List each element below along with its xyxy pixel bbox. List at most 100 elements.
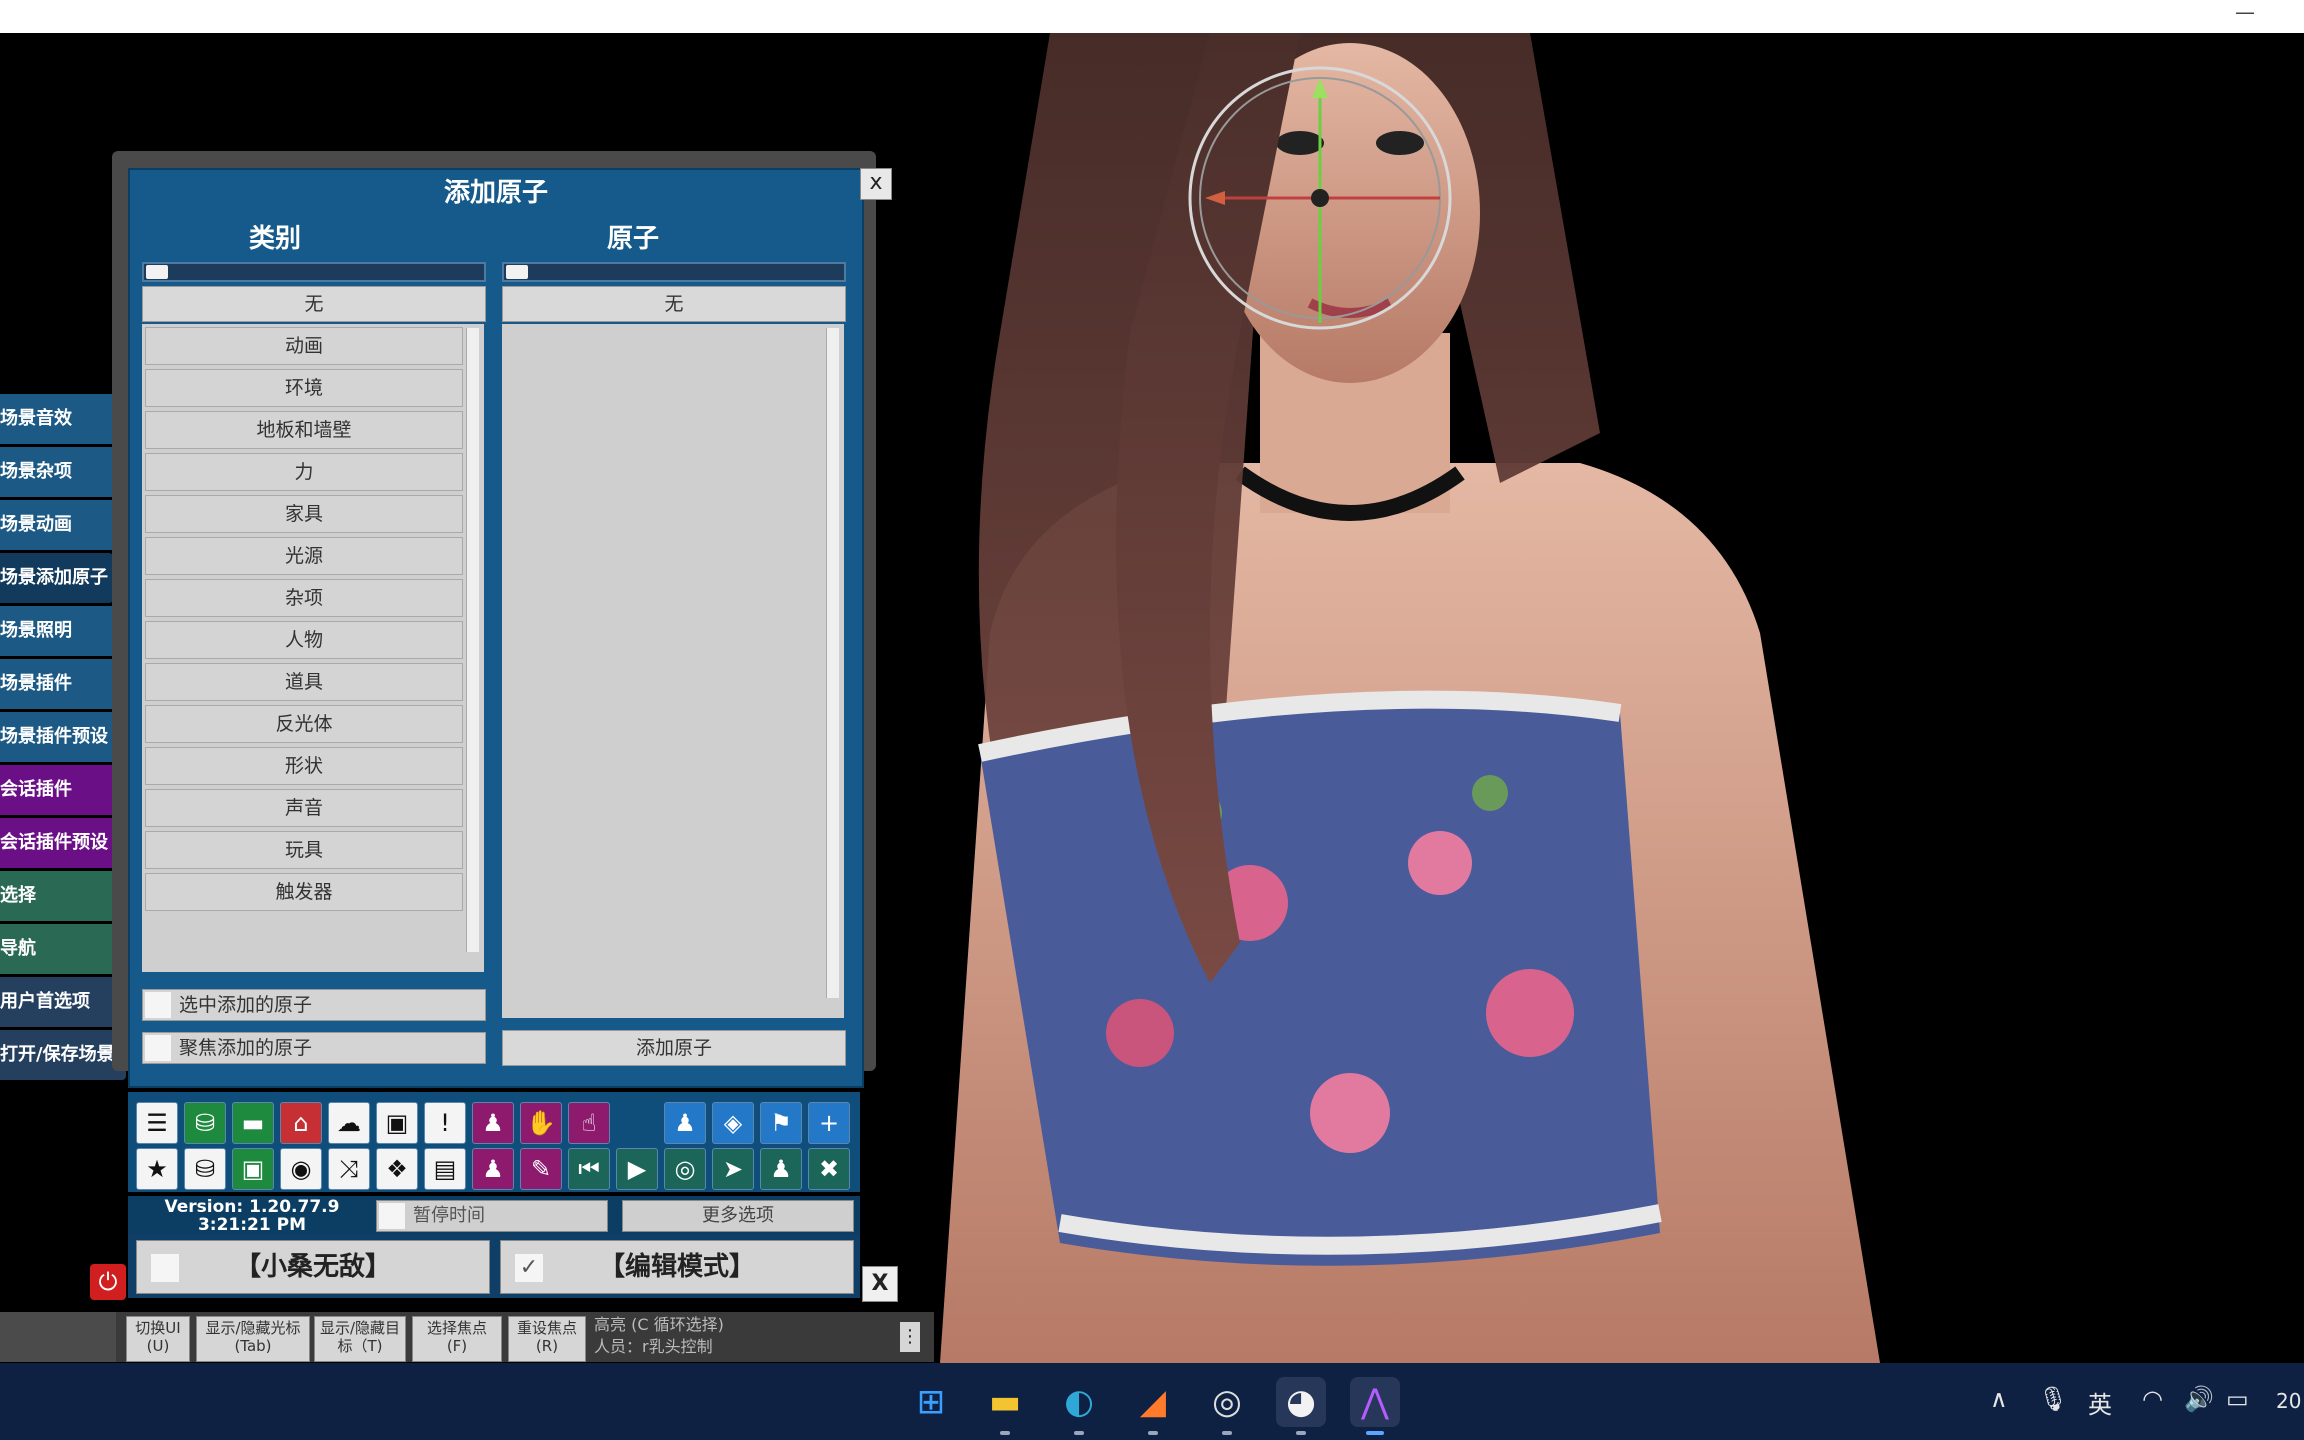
cursor-icon[interactable]: ➤: [712, 1148, 754, 1190]
add-atom-button[interactable]: 添加原子: [502, 1030, 846, 1066]
menu-icon[interactable]: ☰: [136, 1102, 178, 1144]
app-orange-icon[interactable]: ◢: [1128, 1377, 1178, 1427]
category-item-animation[interactable]: 动画: [145, 327, 463, 365]
category-item-environment[interactable]: 环境: [145, 369, 463, 407]
star-icon[interactable]: ★: [136, 1148, 178, 1190]
plus-icon[interactable]: +: [808, 1102, 850, 1144]
dropbox-icon[interactable]: ❖: [376, 1148, 418, 1190]
tray-overflow-icon[interactable]: ∧: [1990, 1385, 2008, 1413]
flag-icon[interactable]: ⚑: [760, 1102, 802, 1144]
pause-time-checkbox[interactable]: [379, 1203, 405, 1229]
category-item-toys[interactable]: 玩具: [145, 831, 463, 869]
open-folder-icon[interactable]: ⛁: [184, 1102, 226, 1144]
category-item-sound[interactable]: 声音: [145, 789, 463, 827]
category-item-misc[interactable]: 杂项: [145, 579, 463, 617]
vam-app-icon[interactable]: ⋀: [1350, 1377, 1400, 1427]
battery-icon[interactable]: ▭: [2226, 1385, 2249, 1413]
atom-scrollbar[interactable]: [826, 328, 839, 998]
group-icon[interactable]: ♟: [760, 1148, 802, 1190]
hint-toggle-cursor[interactable]: 显示/隐藏光标 (Tab): [196, 1316, 310, 1362]
hand-icon[interactable]: ✋: [520, 1102, 562, 1144]
category-scroll-knob[interactable]: [146, 265, 168, 279]
focus-added-checkbox[interactable]: [145, 1035, 171, 1061]
category-scrollbar[interactable]: [466, 328, 479, 952]
sidebar-item-navigate[interactable]: 导航: [0, 924, 126, 974]
hint-toggle-target[interactable]: 显示/隐藏目 标（T): [314, 1316, 406, 1362]
atom-none-button[interactable]: 无: [502, 286, 846, 322]
scene-red-icon[interactable]: ⌂: [280, 1102, 322, 1144]
unity-icon[interactable]: ◈: [712, 1102, 754, 1144]
cloud-download-icon[interactable]: ☁: [328, 1102, 370, 1144]
invincible-checkbox[interactable]: [151, 1254, 179, 1282]
sidebar-item-scene-plugin-presets[interactable]: 场景插件预设: [0, 712, 126, 762]
sidebar-item-session-plugins[interactable]: 会话插件: [0, 765, 126, 815]
sidebar-item-select[interactable]: 选择: [0, 871, 126, 921]
atom-scroll-knob[interactable]: [506, 265, 528, 279]
sidebar-item-scene-animation[interactable]: 场景动画: [0, 500, 126, 550]
category-item-light[interactable]: 光源: [145, 537, 463, 575]
sidebar-item-user-preferences[interactable]: 用户首选项: [0, 977, 126, 1027]
pause-time-toggle[interactable]: 暂停时间: [376, 1200, 608, 1232]
more-options-button[interactable]: 更多选项: [622, 1200, 854, 1232]
obs-studio-icon[interactable]: ◎: [1202, 1377, 1252, 1427]
power-icon[interactable]: ⏻: [90, 1264, 126, 1300]
person-remove-icon[interactable]: ♟: [472, 1148, 514, 1190]
focus-added-atom-toggle[interactable]: 聚焦添加的原子: [142, 1032, 486, 1064]
invincible-mode-toggle[interactable]: 【小桑无敌】: [136, 1240, 490, 1294]
sidebar-item-open-save-scene[interactable]: 打开/保存场景: [0, 1030, 126, 1080]
category-none-button[interactable]: 无: [142, 286, 486, 322]
volume-icon[interactable]: 🔊: [2184, 1385, 2214, 1413]
category-item-props[interactable]: 道具: [145, 663, 463, 701]
category-item-furniture[interactable]: 家具: [145, 495, 463, 533]
hint-select-focus[interactable]: 选择焦点 (F): [412, 1316, 502, 1362]
sidebar-item-scene-misc[interactable]: 场景杂项: [0, 447, 126, 497]
screenshot-folder-icon[interactable]: ▣: [232, 1148, 274, 1190]
edit-mode-checkbox[interactable]: ✓: [515, 1254, 543, 1282]
clock-partial[interactable]: 20: [2276, 1389, 2301, 1413]
category-item-triggers[interactable]: 触发器: [145, 873, 463, 911]
folder-icon[interactable]: ▬: [232, 1102, 274, 1144]
microphone-icon[interactable]: 🎙: [2038, 1385, 2068, 1413]
hint-toggle-ui[interactable]: 切换UI (U): [126, 1316, 190, 1362]
package-icon[interactable]: ▣: [376, 1102, 418, 1144]
hint-reset-focus[interactable]: 重设焦点 (R): [508, 1316, 586, 1362]
category-item-reflective[interactable]: 反光体: [145, 705, 463, 743]
camera-icon[interactable]: ◉: [280, 1148, 322, 1190]
more-menu-icon[interactable]: ⋮: [900, 1322, 920, 1352]
minimize-button[interactable]: —: [2234, 2, 2256, 24]
person-add-icon[interactable]: ♟: [472, 1102, 514, 1144]
select-added-checkbox[interactable]: [145, 992, 171, 1018]
save-folder-icon[interactable]: ⛁: [184, 1148, 226, 1190]
category-item-force[interactable]: 力: [145, 453, 463, 491]
sidebar-item-scene-plugins[interactable]: 场景插件: [0, 659, 126, 709]
category-item-shapes[interactable]: 形状: [145, 747, 463, 785]
target-icon[interactable]: ◎: [664, 1148, 706, 1190]
sidebar-item-add-atom[interactable]: 场景添加原子: [0, 553, 113, 603]
skip-back-icon[interactable]: ⏮: [568, 1148, 610, 1190]
ime-language-indicator[interactable]: 英: [2088, 1385, 2112, 1420]
person-icon[interactable]: ♟: [664, 1102, 706, 1144]
panel-close-button[interactable]: X: [862, 1266, 898, 1302]
sidebar-item-session-plugin-presets[interactable]: 会话插件预设: [0, 818, 126, 868]
qq-penguin-icon[interactable]: ◕: [1276, 1377, 1326, 1427]
atom-scroll-header[interactable]: [502, 262, 846, 282]
document-icon[interactable]: ▤: [424, 1148, 466, 1190]
play-icon[interactable]: ▶: [616, 1148, 658, 1190]
select-added-atom-toggle[interactable]: 选中添加的原子: [142, 989, 486, 1021]
category-item-people[interactable]: 人物: [145, 621, 463, 659]
node-icon[interactable]: ⤨: [328, 1148, 370, 1190]
pointer-hand-icon[interactable]: ☝: [568, 1102, 610, 1144]
wifi-icon[interactable]: ◠: [2142, 1385, 2163, 1413]
dialog-close-button[interactable]: x: [860, 168, 892, 200]
wrench-hand-icon[interactable]: ✎: [520, 1148, 562, 1190]
alert-icon[interactable]: !: [424, 1102, 466, 1144]
sidebar-item-scene-lighting[interactable]: 场景照明: [0, 606, 126, 656]
category-scroll-header[interactable]: [142, 262, 486, 282]
category-item-floors-walls[interactable]: 地板和墙壁: [145, 411, 463, 449]
windows-start-icon[interactable]: ⊞: [906, 1377, 956, 1427]
edge-browser-icon[interactable]: ◐: [1054, 1377, 1104, 1427]
file-explorer-icon[interactable]: ▬: [980, 1377, 1030, 1427]
sidebar-item-scene-audio[interactable]: 场景音效: [0, 394, 126, 444]
edit-mode-toggle[interactable]: ✓ 【编辑模式】: [500, 1240, 854, 1294]
tools-icon[interactable]: ✖: [808, 1148, 850, 1190]
